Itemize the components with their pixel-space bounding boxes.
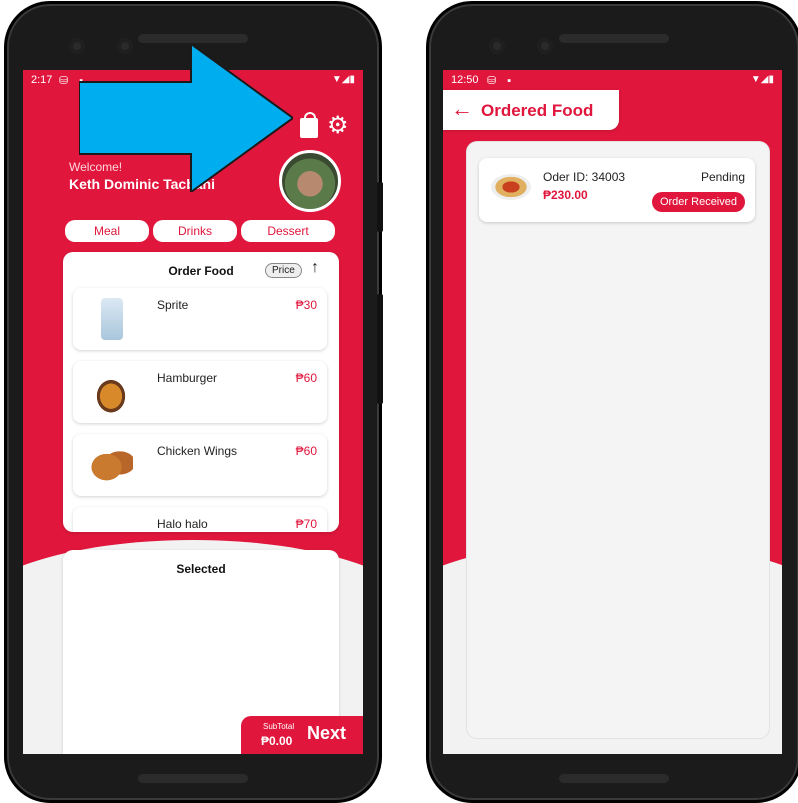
sprite-image bbox=[101, 298, 123, 340]
ordered-food-screen: 12:50 ⛁ ▪ ▼◢▮ ← Ordered Food Oder ID: 34… bbox=[443, 70, 782, 754]
bottom-speaker bbox=[138, 774, 248, 783]
home-screen: 2:17 ⛁ ▪ ▼◢▮ ⚙ Welcome! Keth Dominic Tac… bbox=[23, 70, 363, 754]
food-name: Chicken Wings bbox=[157, 444, 238, 458]
back-arrow-icon[interactable]: ← bbox=[451, 96, 473, 122]
left-phone: 2:17 ⛁ ▪ ▼◢▮ ⚙ Welcome! Keth Dominic Tac… bbox=[4, 1, 383, 803]
sort-arrow-up-icon[interactable]: ↑ bbox=[311, 259, 319, 277]
status-bar: 12:50 ⛁ ▪ ▼◢▮ bbox=[451, 74, 774, 88]
gear-icon[interactable]: ⚙ bbox=[327, 114, 349, 138]
order-id: Oder ID: 34003 bbox=[543, 170, 626, 184]
battery-signal-icons: ▼◢▮ bbox=[750, 74, 774, 85]
food-name: Sprite bbox=[157, 298, 189, 312]
status-bar: 2:17 ⛁ ▪ ▼◢▮ bbox=[31, 74, 355, 88]
shopping-bag-icon[interactable] bbox=[300, 112, 318, 138]
food-item[interactable]: Hamburger ₱60 bbox=[73, 361, 327, 423]
chicken-wings-image bbox=[89, 444, 133, 486]
power-button bbox=[377, 294, 383, 404]
food-price: ₱30 bbox=[295, 298, 317, 312]
food-price: ₱60 bbox=[295, 444, 317, 458]
food-price: ₱70 bbox=[295, 517, 317, 531]
selected-title: Selected bbox=[176, 562, 226, 576]
food-name: Halo halo bbox=[157, 517, 208, 531]
next-button[interactable]: Next bbox=[307, 723, 346, 744]
volume-button bbox=[377, 182, 383, 232]
hamburger-image bbox=[89, 371, 133, 413]
orders-panel: Oder ID: 34003 ₱230.00 Pending Order Rec… bbox=[467, 142, 769, 738]
top-speaker bbox=[138, 34, 248, 43]
subtotal-label: SubTotal bbox=[263, 722, 295, 731]
category-dessert-button[interactable]: Dessert bbox=[241, 220, 335, 242]
user-name: Keth Dominic Tacbani bbox=[69, 176, 215, 192]
order-total: ₱230.00 bbox=[543, 188, 588, 202]
subtotal-value: ₱0.00 bbox=[261, 734, 293, 748]
welcome-label: Welcome! bbox=[69, 160, 123, 174]
status-time: 2:17 bbox=[31, 74, 53, 86]
category-drinks-button[interactable]: Drinks bbox=[153, 220, 237, 242]
status-time: 12:50 bbox=[451, 74, 479, 86]
screen-header: ← Ordered Food bbox=[443, 90, 619, 130]
battery-signal-icons: ▼◢▮ bbox=[331, 74, 355, 85]
food-price: ₱60 bbox=[295, 371, 317, 385]
category-meal-button[interactable]: Meal bbox=[65, 220, 149, 242]
page-title: Ordered Food bbox=[481, 101, 594, 120]
order-received-button[interactable]: Order Received bbox=[651, 192, 745, 212]
sort-price-chip[interactable]: Price bbox=[265, 263, 302, 278]
front-camera bbox=[69, 38, 85, 54]
food-name: Hamburger bbox=[157, 371, 218, 385]
avatar[interactable] bbox=[279, 150, 341, 212]
checkout-bar: SubTotal ₱0.00 Next bbox=[241, 716, 363, 754]
notification-icons: ⛁ ▪ bbox=[59, 75, 88, 87]
top-speaker bbox=[559, 34, 669, 43]
order-food-panel: Order Food Price ↑ Sprite ₱30 Hamburger … bbox=[63, 252, 339, 532]
order-item[interactable]: Oder ID: 34003 ₱230.00 Pending Order Rec… bbox=[479, 158, 755, 222]
food-item[interactable]: Sprite ₱30 bbox=[73, 288, 327, 350]
notification-icons: ⛁ ▪ bbox=[487, 75, 516, 87]
food-item[interactable]: Chicken Wings ₱60 bbox=[73, 434, 327, 496]
bottom-speaker bbox=[559, 774, 669, 783]
sensor bbox=[117, 38, 133, 54]
spaghetti-image bbox=[491, 174, 531, 200]
right-phone: 12:50 ⛁ ▪ ▼◢▮ ← Ordered Food Oder ID: 34… bbox=[426, 1, 798, 803]
order-status: Pending bbox=[700, 170, 745, 184]
front-camera bbox=[489, 38, 505, 54]
sensor bbox=[537, 38, 553, 54]
food-item[interactable]: Halo halo ₱70 bbox=[73, 507, 327, 532]
